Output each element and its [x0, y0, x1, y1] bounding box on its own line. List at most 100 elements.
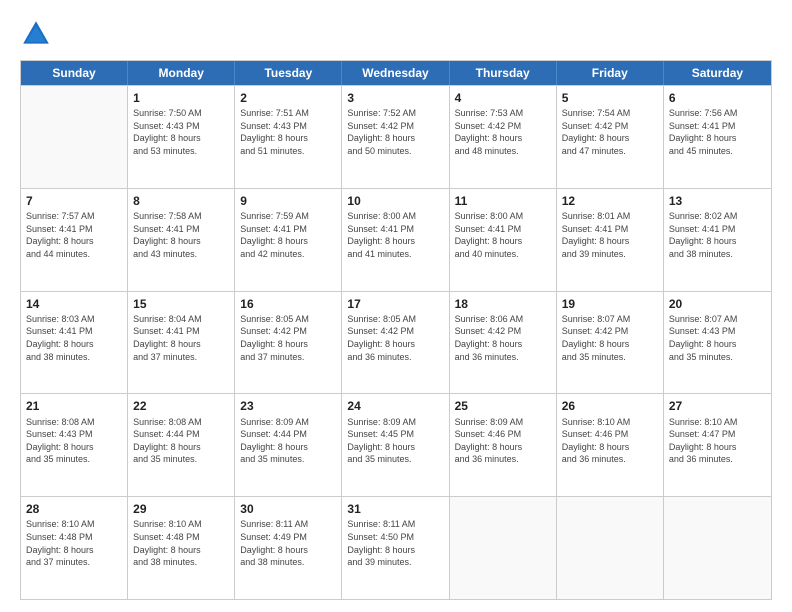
calendar-cell: 31Sunrise: 8:11 AM Sunset: 4:50 PM Dayli… [342, 497, 449, 599]
cell-info: Sunrise: 8:00 AM Sunset: 4:41 PM Dayligh… [455, 210, 551, 260]
calendar-cell: 10Sunrise: 8:00 AM Sunset: 4:41 PM Dayli… [342, 189, 449, 291]
day-number: 1 [133, 90, 229, 106]
calendar-cell: 21 Sunrise: 8:08 AM Sunset: 4:43 PM Dayli… [21, 394, 128, 496]
cell-info: Sunrise: 7:58 AM Sunset: 4:41 PM Dayligh… [133, 210, 229, 260]
calendar-row-0: 1Sunrise: 7:50 AM Sunset: 4:43 PM Daylig… [21, 85, 771, 188]
calendar-cell: 3Sunrise: 7:52 AM Sunset: 4:42 PM Daylig… [342, 86, 449, 188]
day-number: 12 [562, 193, 658, 209]
day-number: 2 [240, 90, 336, 106]
day-number: 21 [26, 398, 122, 414]
cell-info: Sunrise: 8:10 AM Sunset: 4:48 PM Dayligh… [133, 518, 229, 568]
cell-info: Sunrise: 8:08 AM Sunset: 4:43 PM Dayligh… [26, 416, 122, 466]
header-day-sunday: Sunday [21, 61, 128, 85]
calendar-cell: 19Sunrise: 8:07 AM Sunset: 4:42 PM Dayli… [557, 292, 664, 394]
day-number: 26 [562, 398, 658, 414]
page: SundayMondayTuesdayWednesdayThursdayFrid… [0, 0, 792, 612]
cell-info: Sunrise: 8:10 AM Sunset: 4:48 PM Dayligh… [26, 518, 122, 568]
calendar-cell: 5Sunrise: 7:54 AM Sunset: 4:42 PM Daylig… [557, 86, 664, 188]
calendar-cell: 8Sunrise: 7:58 AM Sunset: 4:41 PM Daylig… [128, 189, 235, 291]
cell-info: Sunrise: 8:01 AM Sunset: 4:41 PM Dayligh… [562, 210, 658, 260]
header-day-monday: Monday [128, 61, 235, 85]
calendar-cell: 20Sunrise: 8:07 AM Sunset: 4:43 PM Dayli… [664, 292, 771, 394]
calendar-cell: 29Sunrise: 8:10 AM Sunset: 4:48 PM Dayli… [128, 497, 235, 599]
cell-info: Sunrise: 7:51 AM Sunset: 4:43 PM Dayligh… [240, 107, 336, 157]
calendar-cell: 14Sunrise: 8:03 AM Sunset: 4:41 PM Dayli… [21, 292, 128, 394]
calendar-cell [450, 497, 557, 599]
cell-info: Sunrise: 8:05 AM Sunset: 4:42 PM Dayligh… [240, 313, 336, 363]
calendar-cell: 6Sunrise: 7:56 AM Sunset: 4:41 PM Daylig… [664, 86, 771, 188]
day-number: 11 [455, 193, 551, 209]
calendar-cell: 25 Sunrise: 8:09 AM Sunset: 4:46 PM Dayli… [450, 394, 557, 496]
cell-info: Sunrise: 7:54 AM Sunset: 4:42 PM Dayligh… [562, 107, 658, 157]
cell-info: Sunrise: 8:07 AM Sunset: 4:43 PM Dayligh… [669, 313, 766, 363]
cell-info: Sunrise: 7:53 AM Sunset: 4:42 PM Dayligh… [455, 107, 551, 157]
day-number: 3 [347, 90, 443, 106]
cell-info: Sunrise: 7:52 AM Sunset: 4:42 PM Dayligh… [347, 107, 443, 157]
logo-icon [20, 18, 52, 50]
calendar-cell: 17Sunrise: 8:05 AM Sunset: 4:42 PM Dayli… [342, 292, 449, 394]
day-number: 5 [562, 90, 658, 106]
cell-info: Sunrise: 8:04 AM Sunset: 4:41 PM Dayligh… [133, 313, 229, 363]
day-number: 7 [26, 193, 122, 209]
day-number: 17 [347, 296, 443, 312]
day-number: 27 [669, 398, 766, 414]
day-number: 30 [240, 501, 336, 517]
header-day-thursday: Thursday [450, 61, 557, 85]
calendar-cell: 27 Sunrise: 8:10 AM Sunset: 4:47 PM Dayli… [664, 394, 771, 496]
cell-info: Sunrise: 8:03 AM Sunset: 4:41 PM Dayligh… [26, 313, 122, 363]
cell-info: Sunrise: 7:57 AM Sunset: 4:41 PM Dayligh… [26, 210, 122, 260]
cell-info: Sunrise: 8:06 AM Sunset: 4:42 PM Dayligh… [455, 313, 551, 363]
cell-info: Sunrise: 8:05 AM Sunset: 4:42 PM Dayligh… [347, 313, 443, 363]
logo [20, 18, 56, 50]
cell-info: Sunrise: 7:56 AM Sunset: 4:41 PM Dayligh… [669, 107, 766, 157]
day-number: 29 [133, 501, 229, 517]
cell-info: Sunrise: 8:09 AM Sunset: 4:45 PM Dayligh… [347, 416, 443, 466]
calendar-row-3: 21 Sunrise: 8:08 AM Sunset: 4:43 PM Dayli… [21, 393, 771, 496]
header-day-saturday: Saturday [664, 61, 771, 85]
calendar-cell: 18Sunrise: 8:06 AM Sunset: 4:42 PM Dayli… [450, 292, 557, 394]
calendar-cell [21, 86, 128, 188]
calendar-cell: 4Sunrise: 7:53 AM Sunset: 4:42 PM Daylig… [450, 86, 557, 188]
day-number: 14 [26, 296, 122, 312]
day-number: 4 [455, 90, 551, 106]
calendar-cell: 22Sunrise: 8:08 AM Sunset: 4:44 PM Dayli… [128, 394, 235, 496]
calendar-cell: 16Sunrise: 8:05 AM Sunset: 4:42 PM Dayli… [235, 292, 342, 394]
cell-info: Sunrise: 8:09 AM Sunset: 4:44 PM Dayligh… [240, 416, 336, 466]
calendar-cell [664, 497, 771, 599]
day-number: 23 [240, 398, 336, 414]
day-number: 16 [240, 296, 336, 312]
cell-info: Sunrise: 8:09 AM Sunset: 4:46 PM Dayligh… [455, 416, 551, 466]
cell-info: Sunrise: 7:59 AM Sunset: 4:41 PM Dayligh… [240, 210, 336, 260]
day-number: 13 [669, 193, 766, 209]
day-number: 8 [133, 193, 229, 209]
cell-info: Sunrise: 7:50 AM Sunset: 4:43 PM Dayligh… [133, 107, 229, 157]
calendar-row-4: 28Sunrise: 8:10 AM Sunset: 4:48 PM Dayli… [21, 496, 771, 599]
calendar-cell: 2Sunrise: 7:51 AM Sunset: 4:43 PM Daylig… [235, 86, 342, 188]
calendar: SundayMondayTuesdayWednesdayThursdayFrid… [20, 60, 772, 600]
header-day-wednesday: Wednesday [342, 61, 449, 85]
calendar-cell: 26 Sunrise: 8:10 AM Sunset: 4:46 PM Dayli… [557, 394, 664, 496]
calendar-cell: 15Sunrise: 8:04 AM Sunset: 4:41 PM Dayli… [128, 292, 235, 394]
calendar-row-2: 14Sunrise: 8:03 AM Sunset: 4:41 PM Dayli… [21, 291, 771, 394]
calendar-cell: 1Sunrise: 7:50 AM Sunset: 4:43 PM Daylig… [128, 86, 235, 188]
day-number: 20 [669, 296, 766, 312]
cell-info: Sunrise: 8:02 AM Sunset: 4:41 PM Dayligh… [669, 210, 766, 260]
cell-info: Sunrise: 8:07 AM Sunset: 4:42 PM Dayligh… [562, 313, 658, 363]
calendar-cell: 11Sunrise: 8:00 AM Sunset: 4:41 PM Dayli… [450, 189, 557, 291]
calendar-cell: 23 Sunrise: 8:09 AM Sunset: 4:44 PM Dayli… [235, 394, 342, 496]
day-number: 6 [669, 90, 766, 106]
day-number: 10 [347, 193, 443, 209]
cell-info: Sunrise: 8:10 AM Sunset: 4:46 PM Dayligh… [562, 416, 658, 466]
day-number: 28 [26, 501, 122, 517]
calendar-cell: 13Sunrise: 8:02 AM Sunset: 4:41 PM Dayli… [664, 189, 771, 291]
calendar-cell [557, 497, 664, 599]
cell-info: Sunrise: 8:10 AM Sunset: 4:47 PM Dayligh… [669, 416, 766, 466]
header [20, 18, 772, 50]
calendar-cell: 12Sunrise: 8:01 AM Sunset: 4:41 PM Dayli… [557, 189, 664, 291]
cell-info: Sunrise: 8:08 AM Sunset: 4:44 PM Dayligh… [133, 416, 229, 466]
day-number: 24 [347, 398, 443, 414]
calendar-cell: 30Sunrise: 8:11 AM Sunset: 4:49 PM Dayli… [235, 497, 342, 599]
day-number: 25 [455, 398, 551, 414]
calendar-cell: 24 Sunrise: 8:09 AM Sunset: 4:45 PM Dayli… [342, 394, 449, 496]
day-number: 9 [240, 193, 336, 209]
